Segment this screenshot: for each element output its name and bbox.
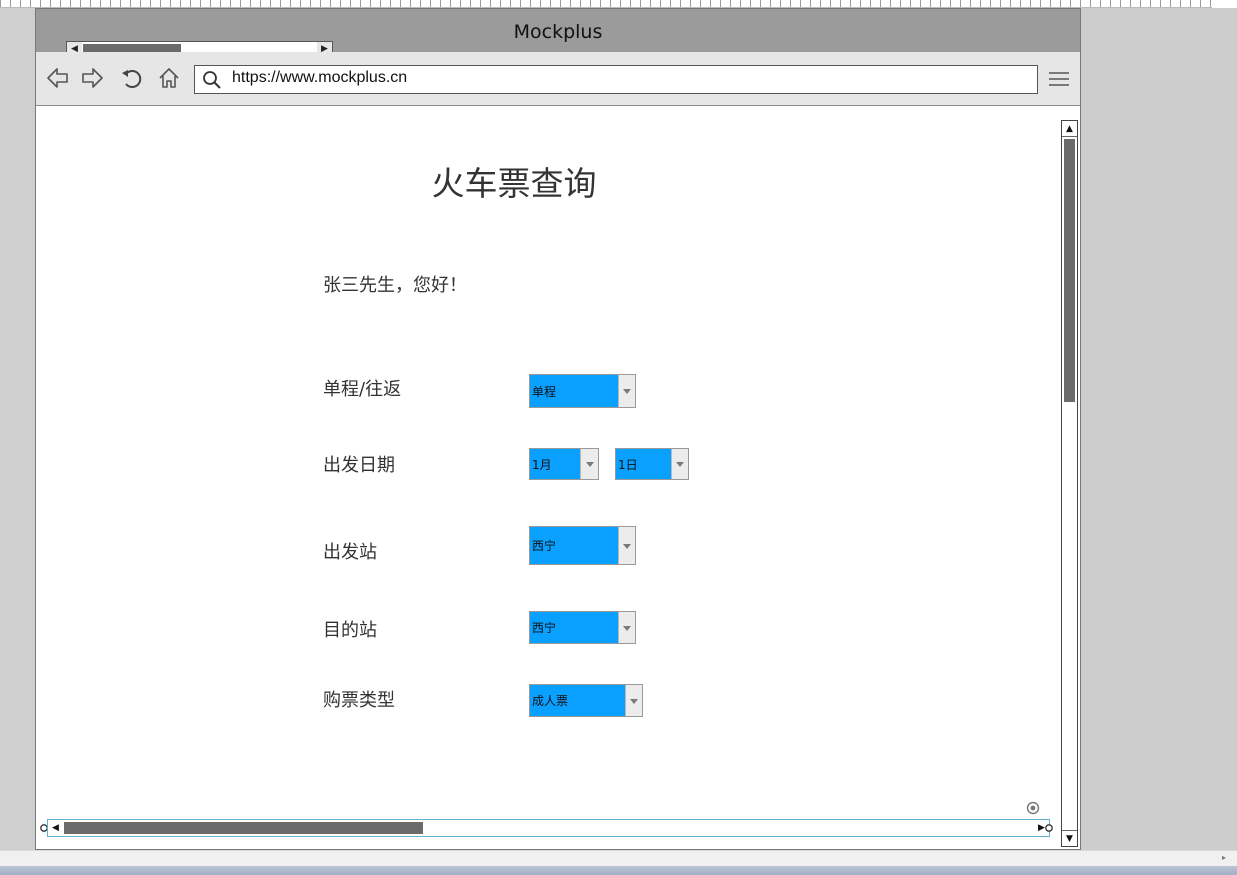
search-icon (203, 71, 221, 89)
top-ruler (0, 0, 1237, 8)
destination-station-label: 目的站 (323, 620, 377, 641)
chevron-down-icon[interactable] (618, 612, 635, 643)
chevron-down-icon[interactable] (580, 449, 598, 479)
chevron-down-icon[interactable] (618, 527, 635, 564)
departure-station-value: 西宁 (532, 539, 557, 553)
departure-station-label: 出发站 (323, 542, 377, 563)
scroll-down-button[interactable]: ▼ (1062, 830, 1077, 846)
destination-station-value: 西宁 (532, 621, 557, 635)
vertical-scrollbar[interactable]: ▲ ▼ (1061, 120, 1078, 847)
chevron-down-icon[interactable] (618, 375, 635, 407)
refresh-icon[interactable] (119, 65, 145, 91)
address-bar[interactable]: https://www.mockplus.cn (194, 65, 1038, 94)
trip-type-select[interactable]: 单程 (529, 374, 636, 408)
home-icon[interactable] (156, 65, 182, 91)
departure-month-select[interactable]: 1月 (529, 448, 599, 480)
taskbar (0, 866, 1237, 875)
browser-window: Mockplus ◀ ▶ https://www.mockplus.cn 火车票… (35, 8, 1081, 850)
scroll-end-handle-icon[interactable] (1039, 821, 1053, 835)
scroll-up-button[interactable]: ▲ (1062, 121, 1077, 137)
trip-type-label: 单程/往返 (323, 379, 402, 400)
back-icon[interactable] (45, 65, 71, 91)
page-title: 火车票查询 (431, 164, 597, 203)
departure-month-value: 1月 (532, 457, 552, 472)
bottom-horizontal-scrollbar[interactable]: ◀ ▶ (47, 819, 1050, 837)
scroll-left-button[interactable]: ◀ (48, 820, 63, 836)
ticket-type-label: 购票类型 (323, 690, 395, 711)
trip-type-value: 单程 (532, 384, 557, 399)
user-greeting: 张三先生，您好！ (323, 275, 467, 296)
right-side-panel (1081, 8, 1237, 850)
departure-date-label: 出发日期 (323, 455, 395, 476)
destination-station-select[interactable]: 西宁 (529, 611, 636, 644)
ticket-type-select[interactable]: 成人票 (529, 684, 643, 717)
title-bar: Mockplus ◀ ▶ (36, 9, 1080, 58)
departure-station-select[interactable]: 西宁 (529, 526, 636, 565)
departure-day-value: 1日 (618, 457, 638, 472)
gear-icon[interactable] (1026, 801, 1040, 815)
browser-toolbar: https://www.mockplus.cn (36, 52, 1080, 106)
horizontal-scroll-thumb[interactable] (64, 822, 423, 834)
menu-icon[interactable] (1048, 69, 1070, 89)
chevron-down-icon[interactable] (625, 685, 642, 716)
url-text: https://www.mockplus.cn (232, 69, 408, 86)
ruler-end (1212, 0, 1237, 8)
status-strip (0, 850, 1237, 866)
ticket-type-value: 成人票 (532, 694, 569, 708)
departure-day-select[interactable]: 1日 (615, 448, 689, 480)
window-title: Mockplus (513, 21, 603, 43)
vertical-scroll-thumb[interactable] (1064, 139, 1075, 402)
forward-icon[interactable] (79, 65, 105, 91)
expand-arrow-icon[interactable]: ▸ (1219, 853, 1229, 863)
chevron-down-icon[interactable] (671, 449, 688, 479)
